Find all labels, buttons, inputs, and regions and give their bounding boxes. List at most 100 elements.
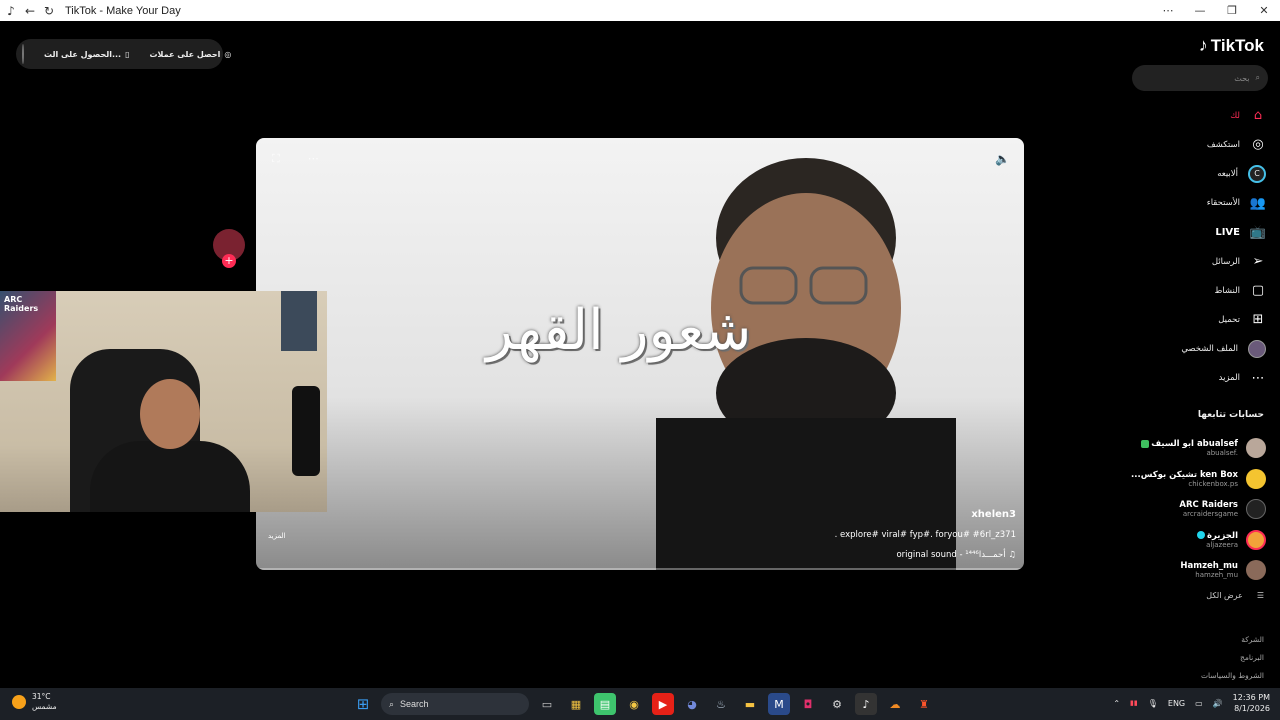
- account-name-text: الجزيرة: [1206, 530, 1238, 541]
- nav-messages[interactable]: الرسائل ➢: [1136, 247, 1266, 276]
- close-button[interactable]: ✕: [1248, 0, 1280, 21]
- account-item[interactable]: ARC Raiders arcraidersgame: [1126, 494, 1266, 525]
- weather-temp: 31°C: [32, 692, 51, 701]
- system-tray: ⌃ ▮▮ 🎙 ENG ▭ 🔊 12:36 PM 8/1/2026: [1113, 692, 1270, 714]
- nav-label: LIVE: [1215, 226, 1240, 238]
- get-app-button[interactable]: الحصول على الت... ▯: [44, 50, 130, 59]
- description-more-link[interactable]: المزيد: [268, 532, 286, 540]
- chevron-up-icon[interactable]: ⌃: [1113, 699, 1120, 708]
- tiktok-taskbar-icon[interactable]: ♪: [855, 693, 877, 715]
- nav-more[interactable]: المزيد ⋯: [1136, 364, 1266, 393]
- cloud-icon[interactable]: ☁: [884, 693, 906, 715]
- browser-menu-button[interactable]: ⋯: [1152, 0, 1184, 21]
- video-progress-track[interactable]: [256, 568, 1024, 570]
- nav-label: النشاط: [1214, 285, 1240, 296]
- account-item[interactable]: الجزيرة aljazeera: [1126, 525, 1266, 556]
- chrome-icon[interactable]: ◉: [623, 693, 645, 715]
- verified-badge-icon: [1141, 439, 1150, 448]
- store-icon[interactable]: ▦: [565, 693, 587, 715]
- microphone-icon[interactable]: 🎙: [1148, 699, 1158, 708]
- account-handle: aljazeera: [1206, 540, 1238, 549]
- volume-icon[interactable]: 🔈: [995, 152, 1010, 166]
- get-coins-button[interactable]: احصل على عملات ◎: [150, 50, 232, 59]
- tiktok-app-icon: ♪: [7, 3, 15, 18]
- footer-company-link[interactable]: الشركة: [1201, 631, 1264, 649]
- account-name: الجزيرة: [1196, 530, 1238, 541]
- top-actions-pill: الحصول على الت... ▯ احصل على عملات ◎: [16, 39, 231, 69]
- video-options-icon[interactable]: ⋯: [308, 152, 319, 166]
- see-all-label: عرض الكل: [1206, 591, 1243, 600]
- nav-activity[interactable]: النشاط ▢: [1136, 276, 1266, 305]
- tiktok-note-icon: ♪: [1198, 35, 1208, 55]
- nav-live[interactable]: LIVE 📺: [1136, 218, 1266, 247]
- volume-icon[interactable]: 🔊: [1213, 699, 1223, 708]
- microphone: [292, 386, 320, 476]
- music-label: original sound - ¹⁴⁴⁶أحمـــدا: [896, 550, 1006, 560]
- youtube-icon[interactable]: ▶: [652, 693, 674, 715]
- nav-label: تحميل: [1218, 314, 1240, 325]
- home-icon: ⌂: [1253, 108, 1263, 124]
- account-name: ARC Raiders: [1179, 500, 1238, 511]
- fullscreen-icon[interactable]: ⛶: [272, 152, 280, 166]
- account-item[interactable]: ابو السيف abualsef abualsef.: [1126, 433, 1266, 464]
- footer-terms-link[interactable]: الشروط والسياسات: [1201, 667, 1264, 685]
- logo-text: TikTok: [1210, 35, 1264, 55]
- nav-profile[interactable]: الملف الشخصي: [1136, 335, 1266, 364]
- steam-icon[interactable]: ♨: [710, 693, 732, 715]
- browser-titlebar: ♪ ← ↻ TikTok - Make Your Day ⋯ — ❐ ✕: [0, 0, 1280, 21]
- streamer-head: [140, 379, 200, 449]
- video-description: . explore# viral# fyp#. foryou# #6rl_z37…: [834, 530, 1016, 540]
- taskbar-clock[interactable]: 12:36 PM 8/1/2026: [1233, 692, 1270, 714]
- restore-button[interactable]: ❐: [1216, 0, 1248, 21]
- nav-explore[interactable]: استكشف ◎: [1136, 130, 1266, 159]
- weather-widget[interactable]: 31°C مشمس: [12, 692, 57, 712]
- search-input[interactable]: بحث ⌕: [1132, 65, 1268, 91]
- tiktok-logo[interactable]: ♪ TikTok: [1199, 35, 1264, 56]
- back-icon[interactable]: ←: [22, 3, 38, 19]
- display-icon[interactable]: ▭: [1195, 699, 1203, 708]
- footer-links: الشركة البرنامج الشروط والسياسات: [1201, 631, 1264, 685]
- brave-icon[interactable]: ♜: [913, 693, 935, 715]
- follow-plus-button[interactable]: +: [222, 254, 236, 268]
- user-avatar[interactable]: [22, 44, 24, 64]
- account-item[interactable]: ...تشيكن بوكس ken Box chickenbox.ps: [1126, 464, 1266, 495]
- nav-upload[interactable]: تحميل ⊞: [1136, 305, 1266, 334]
- account-handle: chickenbox.ps: [1188, 479, 1238, 488]
- task-view-icon[interactable]: ▭: [536, 693, 558, 715]
- instagram-icon[interactable]: ◘: [797, 693, 819, 715]
- footer-program-link[interactable]: البرنامج: [1201, 649, 1264, 667]
- nav-for-you[interactable]: لك ⌂: [1136, 101, 1266, 130]
- account-name-text: ابو السيف abualsef: [1151, 439, 1238, 450]
- list-icon: ☰: [1256, 591, 1264, 600]
- search-placeholder: بحث: [1234, 73, 1250, 83]
- right-sidebar: ♪ TikTok بحث ⌕ لك ⌂ استكشف ◎ ألابيعه C ا…: [1130, 21, 1280, 688]
- see-all-link[interactable]: عرض الكل ☰: [1206, 591, 1264, 600]
- language-indicator[interactable]: ENG: [1168, 699, 1185, 708]
- video-player[interactable]: شعور القهر ⛶ ⋯ 🔈 xhelen3 . explore# vira…: [256, 138, 1024, 570]
- nav-label: الأستحقاء: [1206, 198, 1240, 209]
- music-note-icon: ♫: [1008, 550, 1016, 560]
- minimize-button[interactable]: —: [1184, 0, 1216, 21]
- nav-friends[interactable]: الأستحقاء 👥: [1136, 189, 1266, 218]
- windows-start-icon[interactable]: ⊞: [352, 693, 374, 715]
- video-music[interactable]: original sound - ¹⁴⁴⁶أحمـــدا ♫: [896, 550, 1016, 560]
- taskbar-search[interactable]: ⌕ Search: [381, 693, 529, 715]
- discord-icon[interactable]: ◕: [681, 693, 703, 715]
- settings-gear-icon[interactable]: ⚙: [826, 693, 848, 715]
- weather-condition: مشمس: [32, 702, 57, 711]
- video-author[interactable]: xhelen3: [971, 509, 1016, 520]
- account-handle: abualsef.: [1206, 449, 1238, 458]
- reload-icon[interactable]: ↻: [41, 3, 57, 19]
- account-item[interactable]: Hamzeh_mu hamzeh_mu: [1126, 555, 1266, 586]
- account-avatar: [1246, 438, 1266, 459]
- capcut-icon[interactable]: M: [768, 693, 790, 715]
- messages-icon: ➢: [1252, 254, 1264, 270]
- live-icon: 📺: [1249, 224, 1267, 240]
- android-app-icon[interactable]: ▤: [594, 693, 616, 715]
- nav-shop[interactable]: ألابيعه C: [1136, 159, 1266, 188]
- account-avatar: [1246, 529, 1266, 550]
- network-monitor-icon: ▮▮: [1130, 699, 1138, 707]
- clock-time: 12:36 PM: [1232, 693, 1270, 702]
- file-explorer-icon[interactable]: ▬: [739, 693, 761, 715]
- tiktok-page: الحصول على الت... ▯ احصل على عملات ◎ شعو…: [0, 21, 1280, 688]
